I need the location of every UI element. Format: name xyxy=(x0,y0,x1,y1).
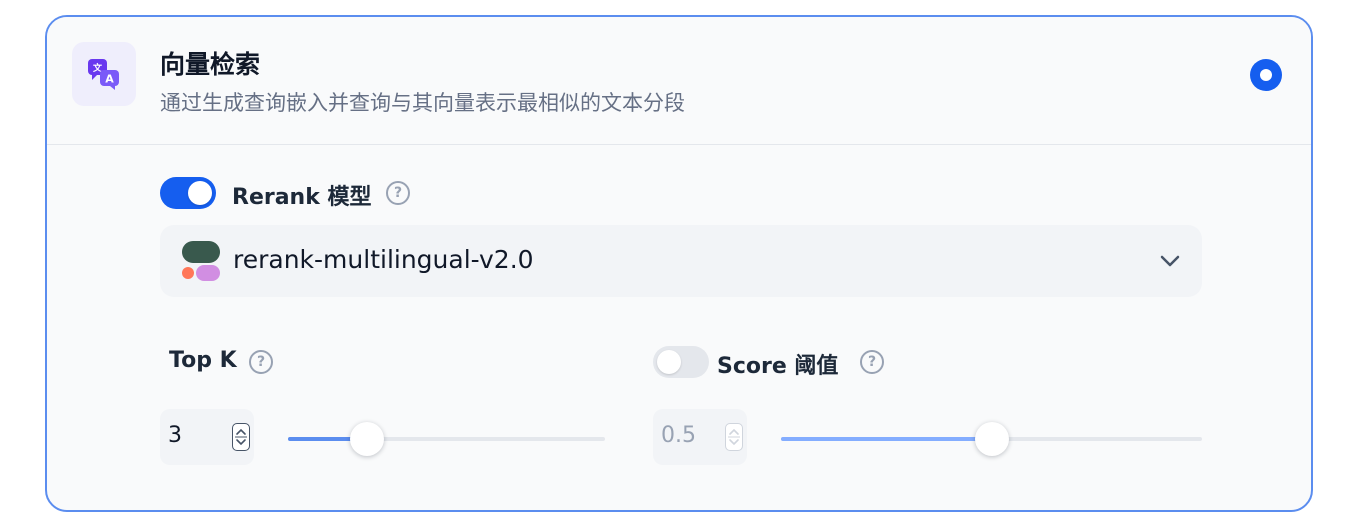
score-threshold-toggle[interactable] xyxy=(653,346,709,378)
top-k-stepper[interactable] xyxy=(232,423,250,451)
score-threshold-input[interactable]: 0.5 xyxy=(653,409,747,465)
score-threshold-slider-thumb[interactable] xyxy=(975,422,1009,456)
top-k-label: Top K xyxy=(169,348,237,373)
card-header[interactable]: 文 A 向量检索 通过生成查询嵌入并查询与其向量表示最相似的文本分段 xyxy=(47,17,1311,145)
score-threshold-slider-fill xyxy=(781,437,992,441)
select-radio[interactable] xyxy=(1250,59,1282,91)
top-k-help-icon[interactable]: ? xyxy=(249,350,273,374)
score-threshold-slider[interactable] xyxy=(781,422,1202,456)
vector-search-card[interactable]: 文 A 向量检索 通过生成查询嵌入并查询与其向量表示最相似的文本分段 Reran… xyxy=(45,15,1313,512)
radio-dot xyxy=(1260,69,1272,81)
card-subtitle: 通过生成查询嵌入并查询与其向量表示最相似的文本分段 xyxy=(160,91,685,115)
chevron-down-icon[interactable] xyxy=(1158,249,1182,277)
score-threshold-value: 0.5 xyxy=(661,423,696,448)
rerank-label: Rerank 模型 xyxy=(232,185,372,210)
top-k-value: 3 xyxy=(168,423,182,448)
rerank-model-select[interactable]: rerank-multilingual-v2.0 xyxy=(160,225,1202,297)
score-threshold-stepper[interactable] xyxy=(725,423,743,451)
top-k-slider-thumb[interactable] xyxy=(350,422,384,456)
card-title: 向量检索 xyxy=(160,50,261,79)
rerank-help-icon[interactable]: ? xyxy=(386,181,410,205)
score-threshold-help-icon[interactable]: ? xyxy=(860,350,884,374)
rerank-toggle[interactable] xyxy=(160,177,216,209)
score-threshold-label: Score 阈值 xyxy=(717,354,839,379)
translate-icon: 文 A xyxy=(72,42,136,106)
toggle-knob xyxy=(188,181,212,205)
toggle-knob xyxy=(657,350,681,374)
top-k-input[interactable]: 3 xyxy=(160,409,254,465)
svg-text:A: A xyxy=(105,73,114,86)
rerank-model-value: rerank-multilingual-v2.0 xyxy=(233,245,534,274)
cohere-logo-icon xyxy=(180,240,222,282)
top-k-slider[interactable] xyxy=(288,422,605,456)
